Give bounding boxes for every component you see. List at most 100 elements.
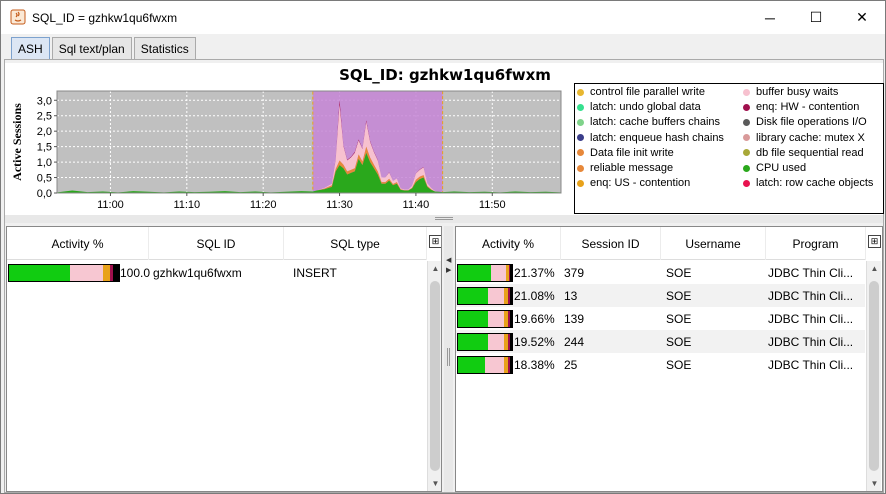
legend-item: reliable message [577,162,673,174]
activity-bar [457,264,513,282]
table-row[interactable]: 21.37% 379 SOE JDBC Thin Cli... [456,261,865,284]
horizontal-splitter[interactable] [5,215,883,223]
minimize-button[interactable]: ─ [747,1,793,34]
y-tick-label: 1,5 [37,142,52,154]
activity-bar-segment [458,311,488,327]
activity-bar [457,333,513,351]
col-activity[interactable]: Activity % [7,227,149,260]
legend-label: buffer busy waits [756,86,839,98]
scroll-down-icon[interactable]: ▼ [867,476,882,491]
activity-bar [457,356,513,374]
session-id-cell: 139 [564,311,585,326]
legend-item: control file parallel write [577,86,705,98]
scroll-down-icon[interactable]: ▼ [428,476,441,491]
activity-bar-segment [9,265,70,281]
legend-item: library cache: mutex X [743,132,865,144]
activity-bar-segment [102,265,111,281]
close-button[interactable]: ✕ [839,1,885,34]
ash-chart[interactable]: SQL_ID: gzhkw1qu6fwxm 0,0 0,5 1,0 1,5 2,0 2,5… [5,63,884,215]
legend-item: latch: enqueue hash chains [577,132,724,144]
tab-strip: ASH Sql text/plan Statistics [11,37,198,60]
legend-swatch [743,134,750,142]
legend-label: reliable message [590,162,674,174]
legend-item: latch: row cache objects [743,177,873,189]
chart-plot[interactable]: 0,0 0,5 1,0 1,5 2,0 2,5 3,0 11:00 11:10 11:20 11:3… [5,63,571,215]
legend-label: control file parallel write [590,86,705,98]
y-tick-label: 2,0 [37,126,52,138]
legend-item: Data file init write [577,147,674,159]
scroll-thumb[interactable] [430,281,440,471]
legend-label: db file sequential read [756,146,864,159]
program-cell: JDBC Thin Cli... [768,311,854,326]
maximize-button[interactable]: ☐ [793,1,839,34]
maximize-icon: ☐ [809,9,823,25]
y-tick-label: 3,0 [37,95,52,107]
top-sql-table: Activity % SQL ID SQL type ⊞ 100.0 gzhkw1… [6,226,442,492]
activity-percent: 21.08% [514,288,555,303]
tab-sql-text-plan[interactable]: Sql text/plan [51,37,132,59]
legend-label: Data file init write [590,146,674,159]
table-header: Activity % SQL ID SQL type [7,227,427,260]
session-id-cell: 244 [564,334,585,349]
x-tick-label: 11:00 [97,199,124,211]
legend-item: Disk file operations I/O [743,116,867,128]
table-row[interactable]: 19.66% 139 SOE JDBC Thin Cli... [456,307,865,330]
activity-bar [8,264,120,282]
legend-label: latch: undo global data [590,101,701,114]
vertical-scrollbar[interactable]: ▲ ▼ [427,261,441,491]
x-tick-label: 11:50 [479,199,506,211]
col-activity[interactable]: Activity % [456,227,561,260]
activity-bar-segment [487,288,504,304]
vertical-splitter[interactable]: ◀ ▶ [444,226,453,492]
legend-item: enq: HW - contention [743,101,859,113]
y-tick-label: 0,5 [37,173,52,185]
java-app-icon [10,9,26,25]
session-id-cell: 25 [564,357,578,372]
activity-percent: 19.52% [514,334,555,349]
collapse-right-icon[interactable]: ▶ [446,266,451,274]
program-cell: JDBC Thin Cli... [768,265,854,280]
col-sql-type[interactable]: SQL type [284,227,427,260]
scroll-up-icon[interactable]: ▲ [867,261,882,276]
splitter-grip[interactable] [447,348,450,366]
legend-label: enq: HW - contention [756,101,860,114]
program-cell: JDBC Thin Cli... [768,334,854,349]
close-icon: ✕ [856,9,868,25]
legend-label: CPU used [756,162,807,174]
activity-bar-segment [458,357,485,373]
scroll-up-icon[interactable]: ▲ [428,261,441,276]
legend-label: latch: cache buffers chains [590,116,721,129]
tab-ash[interactable]: ASH [11,37,50,60]
table-row[interactable]: 100.0 gzhkw1qu6fwxm INSERT [7,261,425,284]
column-chooser-icon[interactable]: ⊞ [429,235,441,248]
collapse-left-icon[interactable]: ◀ [446,256,451,264]
col-username[interactable]: Username [661,227,766,260]
splitter-grip[interactable] [435,217,453,220]
scroll-thumb[interactable] [869,281,879,471]
activity-bar-segment [510,357,512,373]
col-sql-id[interactable]: SQL ID [149,227,284,260]
table-row[interactable]: 18.38% 25 SOE JDBC Thin Cli... [456,353,865,376]
program-cell: JDBC Thin Cli... [768,357,854,372]
activity-bar-segment [115,265,119,281]
y-tick-label: 1,0 [37,157,52,169]
activity-bar-segment [458,288,488,304]
chart-legend: control file parallel write buffer busy w… [574,83,884,214]
legend-swatch [743,179,750,187]
table-header: Activity % Session ID Username Program [456,227,866,260]
activity-bar-segment [510,265,512,281]
activity-percent: 21.37% [514,265,555,280]
tab-statistics[interactable]: Statistics [133,37,196,59]
x-tick-label: 11:20 [250,199,277,211]
legend-item: enq: US - contention [577,177,690,189]
col-program[interactable]: Program [766,227,866,260]
table-row[interactable]: 19.52% 244 SOE JDBC Thin Cli... [456,330,865,353]
table-row[interactable]: 21.08% 13 SOE JDBC Thin Cli... [456,284,865,307]
activity-bar-segment [491,265,506,281]
y-tick-label: 2,5 [37,111,52,123]
col-session-id[interactable]: Session ID [561,227,661,260]
vertical-scrollbar[interactable]: ▲ ▼ [866,261,881,491]
column-chooser-icon[interactable]: ⊞ [868,235,881,248]
legend-swatch [577,118,584,126]
legend-swatch [577,88,584,96]
